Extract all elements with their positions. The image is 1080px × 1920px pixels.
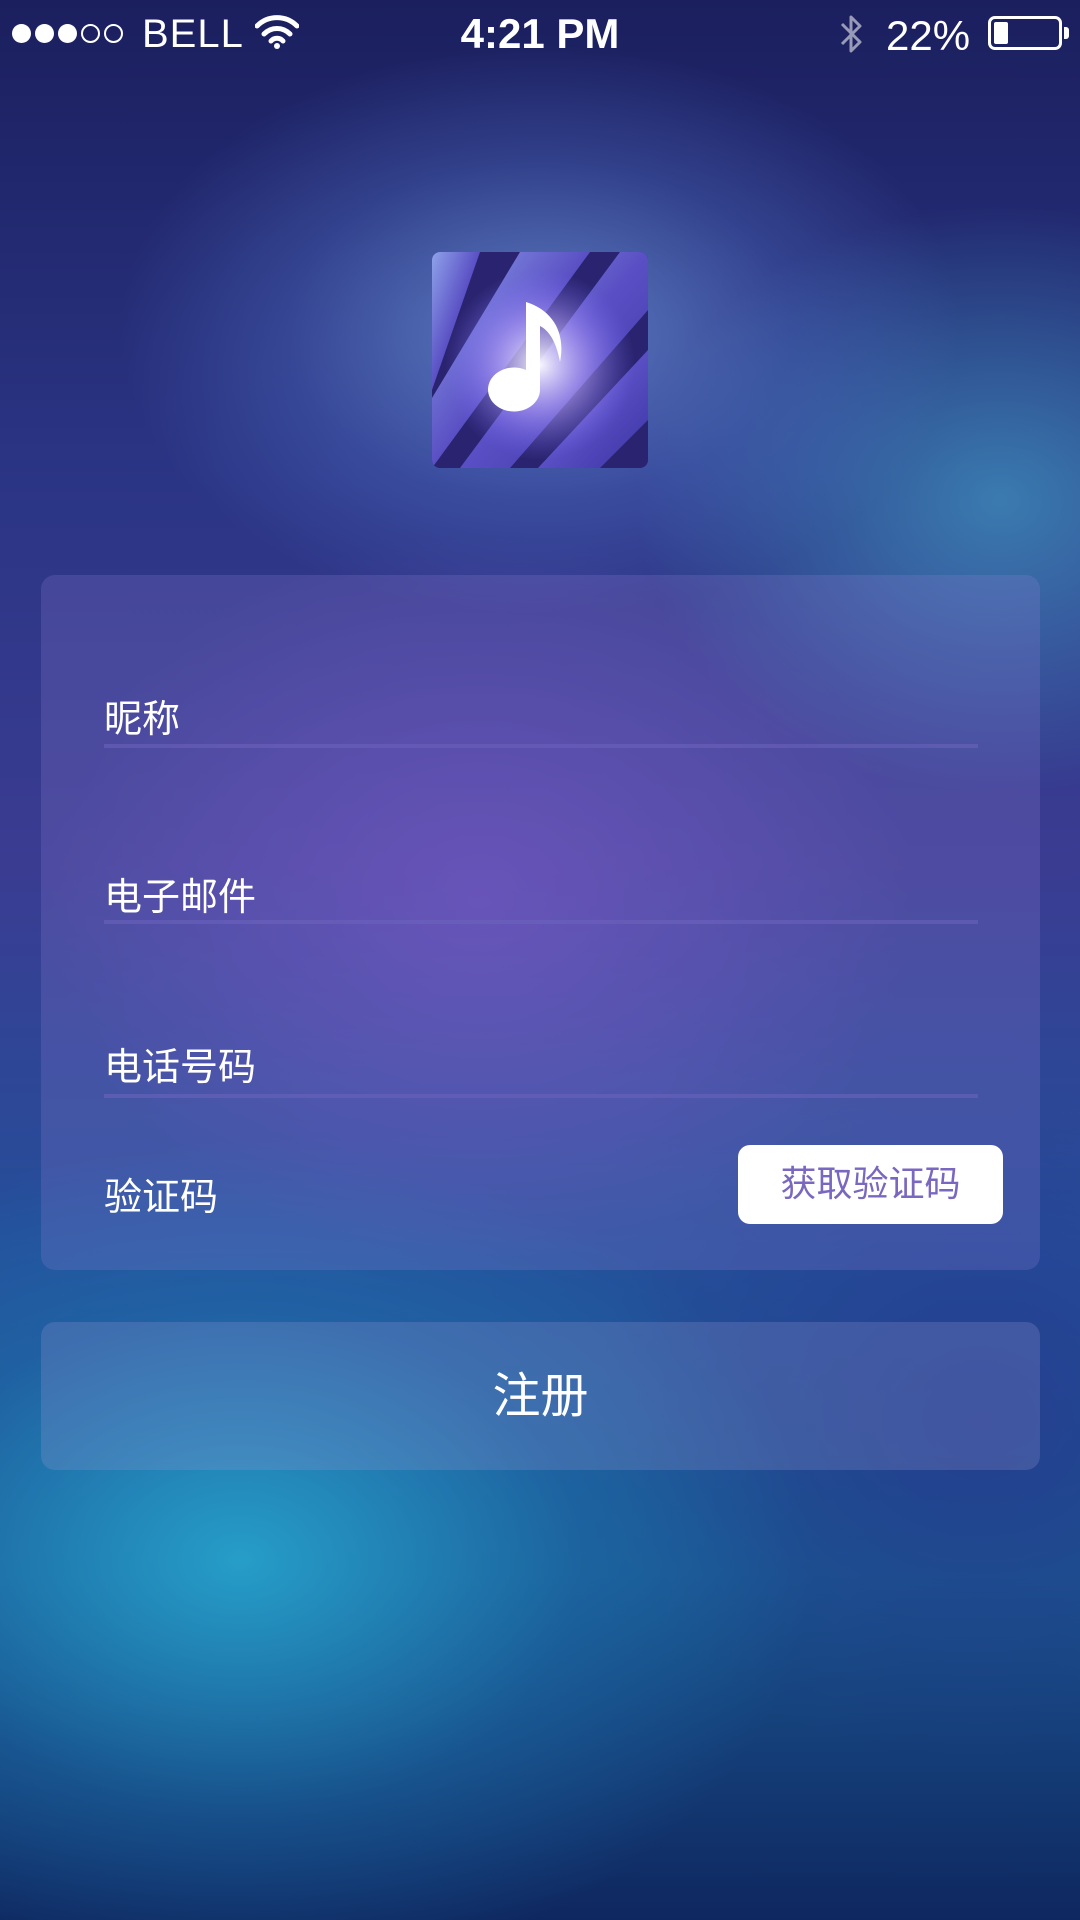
- email-placeholder: 电子邮件: [104, 875, 257, 919]
- bluetooth-icon: [840, 15, 862, 53]
- nickname-underline: [104, 744, 978, 748]
- battery-cap: [1064, 27, 1069, 39]
- phone-field[interactable]: 电话号码: [104, 1036, 978, 1098]
- email-field[interactable]: 电子邮件: [104, 866, 978, 924]
- battery-icon: [988, 16, 1062, 50]
- battery-percent: 22%: [886, 12, 971, 59]
- status-bar: BELL 4:21 PM 22%: [0, 0, 1080, 66]
- nickname-placeholder: 昵称: [104, 697, 181, 741]
- captcha-placeholder: 验证码: [104, 1175, 219, 1219]
- register-button[interactable]: 注册: [41, 1322, 1040, 1470]
- email-underline: [104, 920, 978, 924]
- get-captcha-button[interactable]: 获取验证码: [738, 1145, 1003, 1224]
- phone-placeholder: 电话号码: [104, 1045, 257, 1089]
- battery-level: [994, 22, 1008, 44]
- nickname-field[interactable]: 昵称: [104, 688, 978, 748]
- phone-underline: [104, 1094, 978, 1098]
- music-note-icon: [432, 252, 648, 468]
- captcha-field[interactable]: 验证码: [104, 1166, 704, 1221]
